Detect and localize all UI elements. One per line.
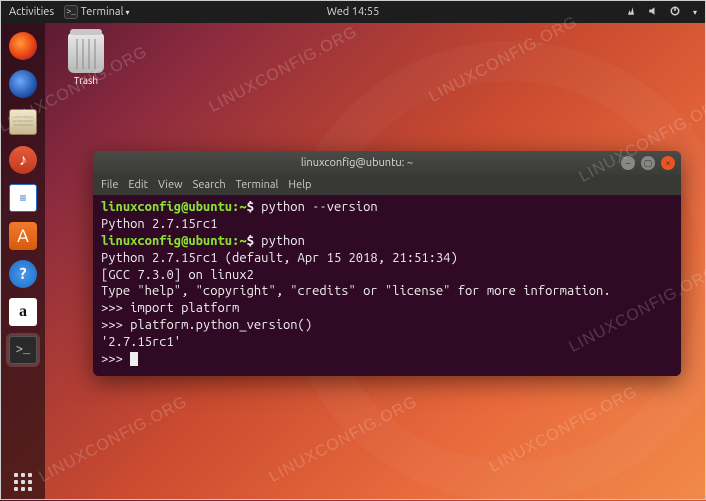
menu-terminal[interactable]: Terminal bbox=[236, 179, 279, 191]
terminal-icon: >_ bbox=[9, 336, 37, 364]
launcher-dock: ♪ ≡ A ? a >_ bbox=[1, 23, 45, 499]
firefox-icon bbox=[9, 32, 37, 60]
thunderbird-icon bbox=[9, 70, 37, 98]
dock-files[interactable] bbox=[6, 105, 40, 139]
activities-button[interactable]: Activities bbox=[9, 6, 54, 18]
output-line: Python 2.7.15rc1 bbox=[101, 216, 673, 233]
watermark: LINUXCONFIG.ORG bbox=[426, 13, 580, 106]
repl-line: >>> platform.python_version() bbox=[101, 317, 673, 334]
trash-icon bbox=[68, 33, 104, 73]
dock-firefox[interactable] bbox=[6, 29, 40, 63]
repl-line: >>> bbox=[101, 351, 673, 368]
apps-grid-icon bbox=[4, 463, 42, 501]
output-line: Python 2.7.15rc1 (default, Apr 15 2018, … bbox=[101, 250, 673, 267]
output-line: Type "help", "copyright", "credits" or "… bbox=[101, 283, 673, 300]
titlebar[interactable]: linuxconfig@ubuntu: ~ – ▢ × bbox=[93, 151, 681, 175]
system-menu-caret[interactable]: ▾ bbox=[693, 8, 697, 17]
dock-terminal[interactable]: >_ bbox=[6, 333, 40, 367]
trash-label: Trash bbox=[59, 75, 113, 86]
dock-amazon[interactable]: a bbox=[6, 295, 40, 329]
menu-edit[interactable]: Edit bbox=[128, 179, 148, 191]
cmd-line: python bbox=[261, 234, 305, 248]
window-minimize[interactable]: – bbox=[621, 156, 635, 170]
repl-line: >>> import platform bbox=[101, 300, 673, 317]
rhythmbox-icon: ♪ bbox=[9, 146, 37, 174]
amazon-icon: a bbox=[9, 298, 37, 326]
dock-rhythmbox[interactable]: ♪ bbox=[6, 143, 40, 177]
repl-line: '2.7.15rc1' bbox=[101, 334, 673, 351]
network-icon[interactable] bbox=[625, 5, 637, 20]
dock-thunderbird[interactable] bbox=[6, 67, 40, 101]
dock-writer[interactable]: ≡ bbox=[6, 181, 40, 215]
watermark: LINUXCONFIG.ORG bbox=[206, 23, 360, 116]
dock-show-apps[interactable] bbox=[6, 465, 40, 499]
watermark: LINUXCONFIG.ORG bbox=[36, 393, 190, 486]
files-icon bbox=[9, 109, 37, 135]
terminal-window: linuxconfig@ubuntu: ~ – ▢ × File Edit Vi… bbox=[93, 151, 681, 376]
terminal-body[interactable]: linuxconfig@ubuntu:~$ python --version P… bbox=[93, 195, 681, 376]
window-close[interactable]: × bbox=[661, 156, 675, 170]
watermark: LINUXCONFIG.ORG bbox=[266, 393, 420, 486]
menu-search[interactable]: Search bbox=[193, 179, 226, 191]
power-icon[interactable] bbox=[669, 5, 681, 20]
menu-help[interactable]: Help bbox=[288, 179, 311, 191]
help-icon: ? bbox=[9, 260, 37, 288]
output-line: [GCC 7.3.0] on linux2 bbox=[101, 267, 673, 284]
cursor bbox=[130, 352, 138, 366]
window-title: linuxconfig@ubuntu: ~ bbox=[99, 157, 615, 169]
dock-help[interactable]: ? bbox=[6, 257, 40, 291]
prompt: linuxconfig@ubuntu:~ bbox=[101, 200, 247, 214]
volume-icon[interactable] bbox=[647, 5, 659, 20]
dock-software[interactable]: A bbox=[6, 219, 40, 253]
app-menu[interactable]: >_ Terminal▾ bbox=[64, 5, 129, 19]
menu-file[interactable]: File bbox=[101, 179, 118, 191]
watermark: LINUXCONFIG.ORG bbox=[486, 383, 640, 476]
software-icon: A bbox=[9, 222, 37, 250]
menu-view[interactable]: View bbox=[158, 179, 183, 191]
prompt: linuxconfig@ubuntu:~ bbox=[101, 234, 247, 248]
terminal-menubar: File Edit View Search Terminal Help bbox=[93, 175, 681, 195]
cmd-line: python --version bbox=[261, 200, 377, 214]
clock[interactable]: Wed 14:55 bbox=[327, 6, 380, 18]
writer-icon: ≡ bbox=[9, 184, 37, 212]
window-maximize[interactable]: ▢ bbox=[641, 156, 655, 170]
top-bar: Activities >_ Terminal▾ Wed 14:55 ▾ bbox=[1, 1, 705, 23]
desktop-trash[interactable]: Trash bbox=[59, 33, 113, 86]
